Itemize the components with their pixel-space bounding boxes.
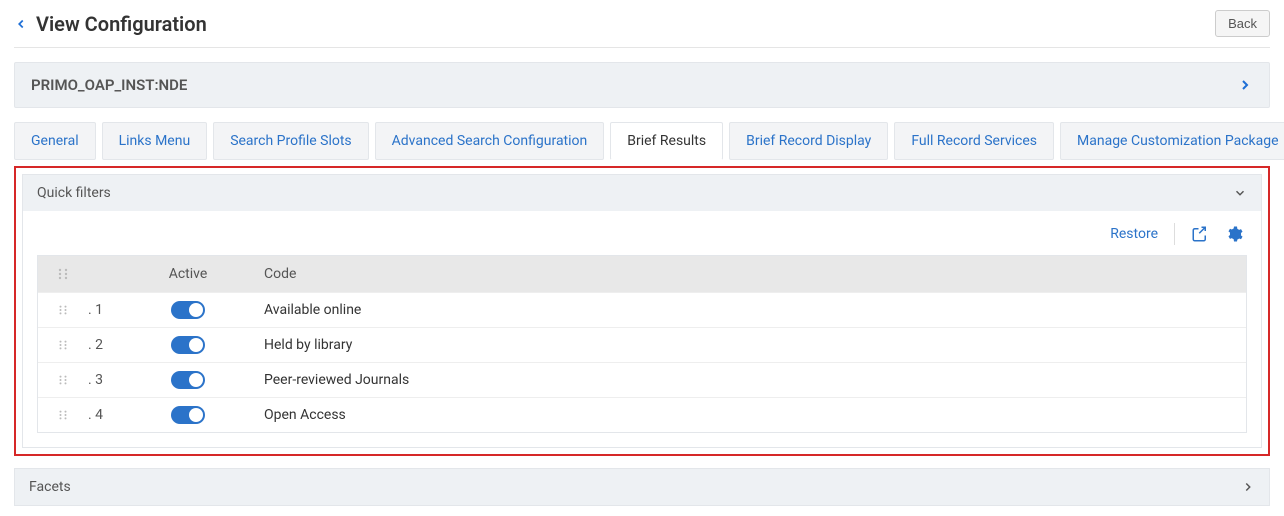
chevron-right-icon[interactable]: [1237, 77, 1253, 93]
quick-filters-panel-title: Quick filters: [37, 185, 111, 201]
back-button[interactable]: Back: [1215, 10, 1270, 37]
restore-link[interactable]: Restore: [1110, 226, 1158, 242]
active-column-header: Active: [128, 266, 248, 282]
tab-manage-customization-package[interactable]: Manage Customization Package: [1060, 122, 1284, 160]
active-toggle[interactable]: [171, 336, 205, 354]
facets-panel: Facets: [14, 468, 1270, 506]
instance-label: PRIMO_OAP_INST:NDE: [31, 76, 187, 94]
row-index: . 4: [88, 407, 128, 423]
instance-bar[interactable]: PRIMO_OAP_INST:NDE: [14, 62, 1270, 108]
quick-filters-panel-header[interactable]: Quick filters: [23, 175, 1261, 211]
tab-brief-record-display[interactable]: Brief Record Display: [729, 122, 888, 160]
row-code: Held by library: [248, 337, 1246, 353]
tab-brief-results[interactable]: Brief Results: [610, 122, 723, 160]
tab-advanced-search-config[interactable]: Advanced Search Configuration: [375, 122, 605, 160]
drag-handle-icon[interactable]: [58, 375, 68, 385]
facets-panel-title: Facets: [29, 479, 71, 495]
row-index: . 1: [88, 302, 128, 318]
index-column-header: [88, 266, 128, 282]
table-row: . 2 Held by library: [38, 327, 1246, 362]
panel-actions: Restore: [23, 211, 1261, 255]
back-chevron-icon[interactable]: [14, 17, 28, 31]
chevron-down-icon[interactable]: [1233, 186, 1247, 200]
export-icon[interactable]: [1191, 225, 1209, 243]
row-code: Open Access: [248, 407, 1246, 423]
gear-icon[interactable]: [1225, 225, 1243, 243]
facets-panel-header[interactable]: Facets: [15, 469, 1269, 505]
drag-handle-icon[interactable]: [57, 268, 69, 280]
table-header: Active Code: [38, 256, 1246, 292]
quick-filters-table: Active Code . 1 Available online . 2 Hel…: [37, 255, 1247, 433]
drag-column-header: [38, 266, 88, 282]
highlight-region: Quick filters Restore: [14, 166, 1270, 456]
tab-full-record-services[interactable]: Full Record Services: [894, 122, 1054, 160]
row-index: . 3: [88, 372, 128, 388]
table-row: . 4 Open Access: [38, 397, 1246, 432]
tab-general[interactable]: General: [14, 122, 96, 160]
tab-links-menu[interactable]: Links Menu: [102, 122, 208, 160]
drag-handle-icon[interactable]: [58, 410, 68, 420]
active-toggle[interactable]: [171, 301, 205, 319]
row-code: Peer-reviewed Journals: [248, 372, 1246, 388]
page-title: View Configuration: [36, 12, 207, 36]
code-column-header: Code: [248, 266, 1246, 282]
row-code: Available online: [248, 302, 1246, 318]
header-left: View Configuration: [14, 12, 207, 36]
table-row: . 1 Available online: [38, 292, 1246, 327]
drag-handle-icon[interactable]: [58, 305, 68, 315]
quick-filters-panel-body: Restore Active C: [23, 211, 1261, 433]
table-row: . 3 Peer-reviewed Journals: [38, 362, 1246, 397]
divider: [1174, 223, 1175, 245]
active-toggle[interactable]: [171, 371, 205, 389]
tab-search-profile-slots[interactable]: Search Profile Slots: [213, 122, 368, 160]
chevron-right-icon[interactable]: [1241, 480, 1255, 494]
tabs: General Links Menu Search Profile Slots …: [14, 122, 1270, 160]
row-index: . 2: [88, 337, 128, 353]
quick-filters-panel: Quick filters Restore: [22, 174, 1262, 448]
page-header: View Configuration Back: [14, 10, 1270, 48]
drag-handle-icon[interactable]: [58, 340, 68, 350]
active-toggle[interactable]: [171, 406, 205, 424]
